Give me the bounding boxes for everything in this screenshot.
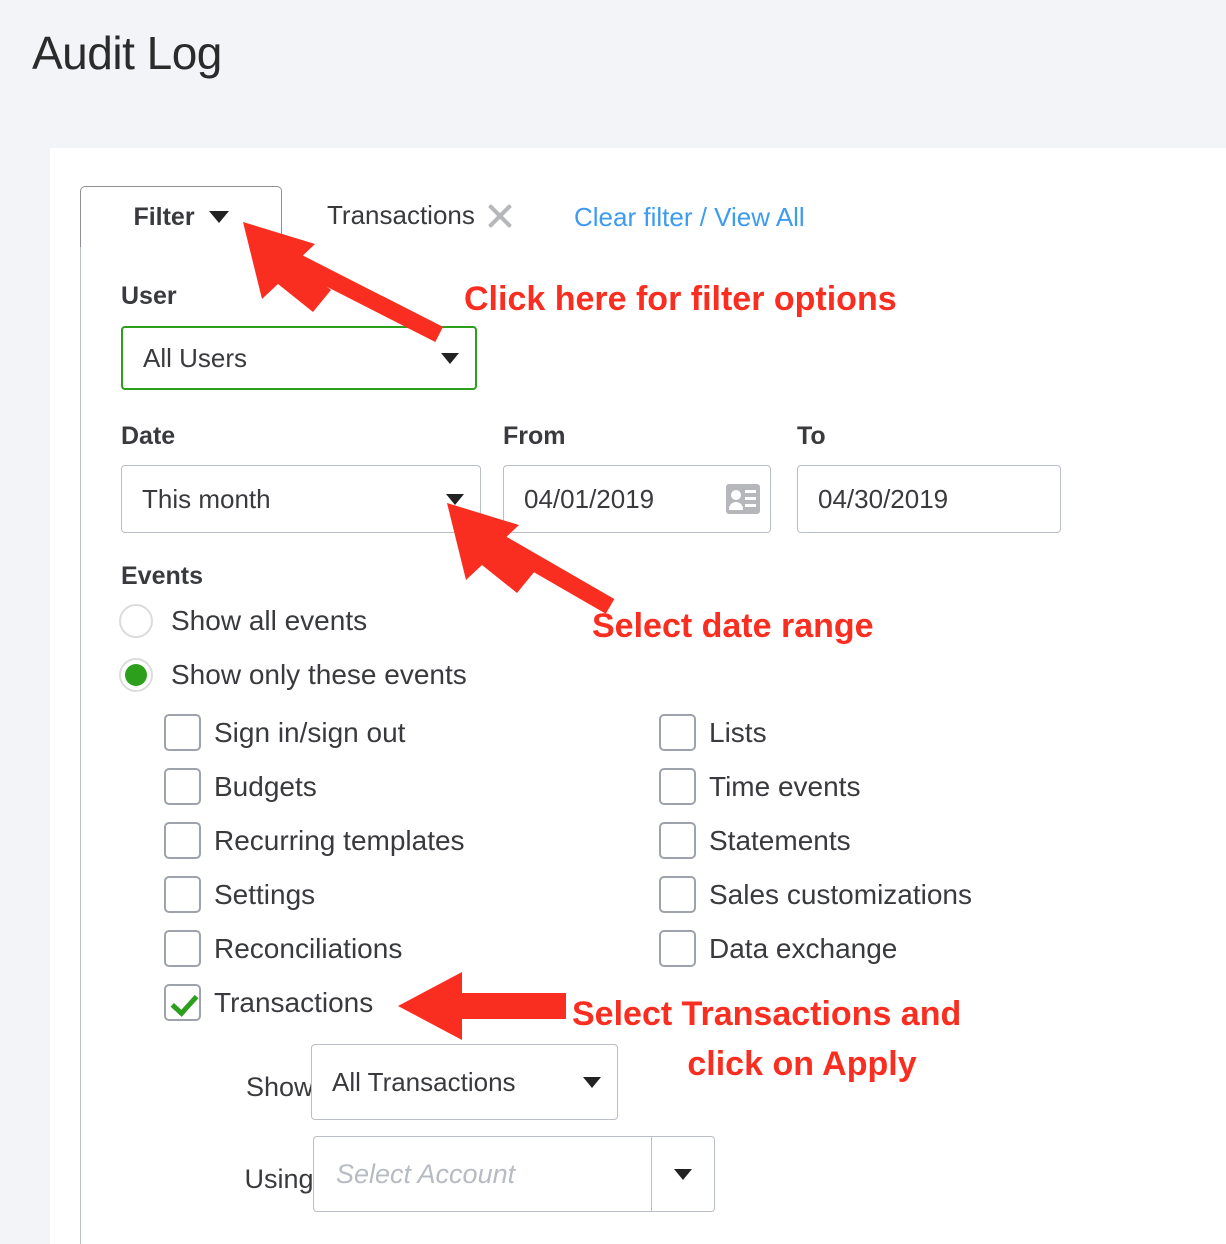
checkbox-recurring-templates[interactable]: Recurring templates: [164, 822, 465, 859]
active-filter-chip-label: Transactions: [327, 200, 475, 230]
radio-show-all-events-label: Show all events: [171, 605, 368, 636]
checkbox-label: Sign in/sign out: [214, 716, 406, 748]
to-date-value: 04/30/2019: [818, 483, 949, 514]
checkbox-label: Sales customizations: [709, 878, 973, 910]
chevron-down-icon: [674, 1168, 692, 1180]
checkbox-time-events[interactable]: Time events: [659, 768, 860, 805]
annotation-select-transactions: Select Transactions and: [572, 995, 962, 1033]
clear-filter-view-all-link[interactable]: Clear filter / View All: [574, 202, 805, 233]
using-account-dropdown-button[interactable]: [651, 1137, 714, 1211]
filter-bar: Filter Transactions Clear filter / View …: [80, 186, 1180, 250]
checkbox-icon: [164, 930, 201, 967]
user-label: User: [121, 282, 177, 310]
using-label: Using:: [244, 1164, 321, 1194]
show-label: Show:: [245, 1072, 321, 1102]
from-date-field[interactable]: 04/01/2019: [503, 465, 771, 533]
checkbox-settings[interactable]: Settings: [164, 876, 315, 913]
date-label: Date: [121, 422, 176, 450]
user-select-value: All Users: [143, 342, 248, 373]
checkbox-label: Settings: [214, 878, 316, 910]
events-label: Events: [121, 562, 203, 590]
chevron-down-icon: [441, 352, 459, 364]
filter-button[interactable]: Filter: [80, 186, 282, 248]
checkbox-label: Transactions: [214, 986, 374, 1018]
checkbox-lists[interactable]: Lists: [659, 714, 767, 751]
checkbox-icon: [164, 768, 201, 805]
checkbox-icon: [164, 822, 201, 859]
radio-show-only-these-events[interactable]: Show only these events: [119, 658, 467, 692]
checkbox-reconciliations[interactable]: Reconciliations: [164, 930, 402, 967]
checkbox-transactions[interactable]: Transactions: [164, 984, 373, 1021]
checkbox-icon: [164, 876, 201, 913]
checkbox-icon: [659, 930, 696, 967]
annotation-select-date-range: Select date range: [592, 607, 874, 645]
radio-icon: [119, 658, 153, 692]
user-select[interactable]: All Users: [121, 326, 477, 390]
checkbox-icon: [659, 876, 696, 913]
using-account-placeholder: Select Account: [336, 1158, 516, 1189]
filter-options-panel: User All Users Date This month From 04/0…: [80, 248, 1226, 1244]
checkbox-data-exchange[interactable]: Data exchange: [659, 930, 897, 967]
close-icon[interactable]: [487, 202, 514, 229]
filter-button-label: Filter: [133, 202, 195, 231]
checkbox-sign-in-sign-out[interactable]: Sign in/sign out: [164, 714, 405, 751]
checkbox-label: Budgets: [214, 770, 317, 802]
checkbox-icon: [659, 768, 696, 805]
radio-show-only-these-events-label: Show only these events: [171, 659, 467, 690]
from-label: From: [503, 422, 566, 450]
checkbox-icon: [659, 714, 696, 751]
checkbox-label: Time events: [709, 770, 861, 802]
to-date-field[interactable]: 04/30/2019: [797, 465, 1061, 533]
checkbox-icon: [659, 822, 696, 859]
checkbox-budgets[interactable]: Budgets: [164, 768, 317, 805]
chevron-down-icon: [446, 493, 464, 505]
checkbox-label: Recurring templates: [214, 824, 465, 856]
checkbox-sales-customizations[interactable]: Sales customizations: [659, 876, 972, 913]
chevron-down-icon: [208, 211, 229, 223]
show-select-value: All Transactions: [332, 1066, 516, 1097]
annotation-click-here-for-filter-options: Click here for filter options: [464, 280, 897, 318]
from-date-value: 04/01/2019: [524, 483, 655, 514]
checkbox-label: Lists: [709, 716, 767, 748]
checkbox-statements[interactable]: Statements: [659, 822, 851, 859]
date-range-select[interactable]: This month: [121, 465, 481, 533]
date-range-select-value: This month: [142, 483, 271, 514]
active-filter-chip: Transactions: [327, 200, 514, 231]
checkbox-label: Data exchange: [709, 932, 898, 964]
radio-show-all-events[interactable]: Show all events: [119, 604, 367, 638]
using-account-input[interactable]: Select Account: [314, 1137, 651, 1211]
checkbox-icon: [164, 714, 201, 751]
to-label: To: [797, 422, 826, 450]
checkbox-label: Reconciliations: [214, 932, 403, 964]
using-account-combo[interactable]: Select Account: [313, 1136, 715, 1212]
id-card-icon[interactable]: [726, 484, 760, 514]
page-title: Audit Log: [32, 27, 222, 79]
checkbox-label: Statements: [709, 824, 851, 856]
checkbox-icon: [164, 984, 201, 1021]
annotation-click-on-apply: click on Apply: [687, 1045, 917, 1083]
radio-icon: [119, 604, 153, 638]
